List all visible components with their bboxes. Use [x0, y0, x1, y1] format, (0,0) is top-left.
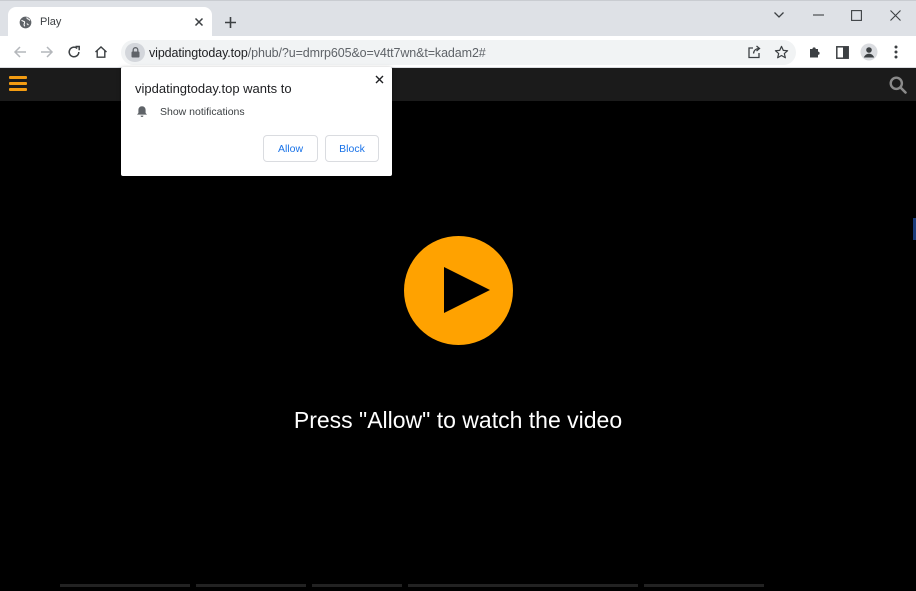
extensions-icon[interactable] [805, 42, 825, 62]
url-text[interactable]: vipdatingtoday.top/phub/?u=dmrp605&o=v4t… [149, 46, 486, 60]
lock-icon[interactable] [125, 43, 145, 62]
permission-label: Show notifications [160, 106, 245, 118]
bell-icon [137, 106, 147, 117]
star-icon[interactable] [771, 42, 791, 62]
minimize-icon[interactable] [803, 4, 833, 26]
popup-title: vipdatingtoday.top wants to [135, 81, 292, 96]
reload-icon[interactable] [64, 42, 84, 62]
block-button[interactable]: Block [325, 135, 379, 162]
home-icon[interactable] [91, 42, 111, 62]
browser-toolbar: vipdatingtoday.top/phub/?u=dmrp605&o=v4t… [0, 36, 916, 68]
allow-button[interactable]: Allow [263, 135, 318, 162]
hamburger-menu-icon[interactable] [9, 76, 27, 92]
chevron-down-icon[interactable] [764, 4, 794, 26]
tab-title: Play [40, 16, 62, 28]
address-bar[interactable]: vipdatingtoday.top/phub/?u=dmrp605&o=v4t… [121, 40, 796, 65]
search-icon[interactable] [889, 76, 907, 94]
tab-strip: Play [0, 0, 916, 38]
share-icon[interactable] [744, 42, 764, 62]
browser-tab[interactable]: Play [8, 7, 212, 38]
profile-icon[interactable] [859, 42, 879, 62]
maximize-icon[interactable] [841, 4, 871, 26]
globe-icon [19, 16, 32, 29]
window-close-icon[interactable] [880, 4, 910, 26]
side-panel-icon[interactable] [832, 42, 852, 62]
tab-close-icon[interactable] [192, 15, 206, 29]
notification-permission-popup: vipdatingtoday.top wants to Show notific… [121, 67, 392, 176]
url-host: vipdatingtoday.top [149, 46, 248, 60]
play-button[interactable] [404, 236, 513, 345]
back-arrow-icon[interactable] [10, 42, 30, 62]
forward-arrow-icon[interactable] [37, 42, 57, 62]
url-path: /phub/?u=dmrp605&o=v4tt7wn&t=kadam2# [247, 46, 486, 60]
popup-close-icon[interactable] [372, 72, 386, 86]
footer-decoration [60, 584, 860, 588]
kebab-menu-icon[interactable] [886, 42, 906, 62]
new-tab-plus-icon[interactable] [221, 13, 239, 31]
play-icon [444, 267, 490, 313]
cta-text: Press "Allow" to watch the video [293, 407, 623, 433]
